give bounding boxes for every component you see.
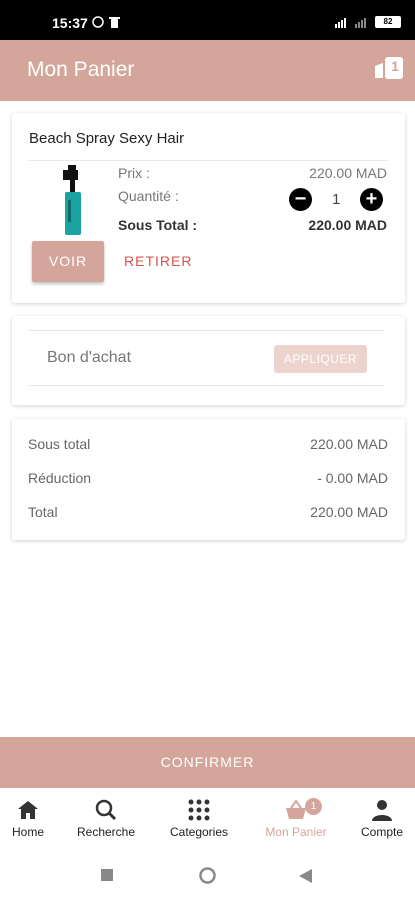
apply-coupon-button[interactable]: APPLIQUER [274,345,367,373]
confirm-button[interactable]: CONFIRMER [0,737,415,788]
view-product-button[interactable]: VOIR [32,241,104,282]
nav-item-categories[interactable]: Categories [160,788,238,850]
grid-icon [188,799,210,821]
page-title: Mon Panier [27,58,135,81]
person-icon [372,800,392,821]
coupon-card: Bon d'achat APPLIQUER [12,316,405,405]
product-name: Beach Spray Sexy Hair [29,130,185,147]
battery-indicator: 82 [375,16,401,28]
remove-product-button[interactable]: RETIRER [124,253,192,269]
whatsapp-icon [92,16,104,28]
coupon-input[interactable]: Bon d'achat [47,349,131,367]
nav-item-cart[interactable]: 1 Mon Panier [253,788,339,850]
divider [29,330,385,331]
nav-label-account: Compte [360,825,404,839]
summary-total-value: 220.00 MAD [310,504,388,520]
nav-item-home[interactable]: Home [0,788,56,850]
divider [29,160,387,161]
nav-label-home: Home [11,825,44,839]
recent-apps-icon[interactable] [101,869,113,881]
subtotal-value: 220.00 MAD [308,217,387,233]
trash-icon [109,17,120,28]
home-icon [18,801,38,819]
signal-icon [335,18,346,28]
nav-label-search: Recherche [76,825,136,839]
back-icon[interactable] [299,869,312,883]
quantity-label: Quantité : [118,188,179,204]
signal-icon-2 [355,18,366,28]
quantity-value: 1 [332,191,341,208]
product-image[interactable] [59,165,87,235]
quantity-decrement-button[interactable]: − [289,188,312,211]
product-card: Beach Spray Sexy Hair Prix : 220.00 MAD … [12,113,405,303]
nav-item-search[interactable]: Recherche [68,788,144,850]
summary-card: Sous total 220.00 MAD Réduction - 0.00 M… [12,419,405,540]
basket-icon [286,799,306,819]
price-label: Prix : [118,165,150,181]
price-value: 220.00 MAD [309,165,387,181]
divider [29,385,385,386]
cart-count-text: 1 [391,58,399,74]
status-time: 15:37 [52,15,88,31]
cart-badge: 1 [305,798,322,815]
status-icons-right: 82 [335,16,401,28]
summary-discount-label: Réduction [28,470,92,486]
subtotal-label: Sous Total : [118,217,198,233]
bottom-nav: Home Recherche Categories 1 Mon Panier C… [0,788,415,850]
cart-count-icon[interactable]: 1 [373,54,405,82]
quantity-increment-button[interactable]: + [360,188,383,211]
app-bar: Mon Panier 1 [0,40,415,101]
home-system-icon[interactable] [199,867,216,884]
summary-discount-value: - 0.00 MAD [317,470,388,486]
nav-label-categories: Categories [169,825,229,839]
system-nav [0,850,415,900]
nav-label-cart: Mon Panier [265,825,327,839]
nav-item-account[interactable]: Compte [352,788,412,850]
status-icons-left [92,16,120,28]
search-icon [95,799,117,821]
summary-total-label: Total [28,504,58,520]
summary-subtotal-value: 220.00 MAD [310,436,388,452]
status-bar: 15:37 82 [0,0,415,42]
summary-subtotal-label: Sous total [28,436,91,452]
